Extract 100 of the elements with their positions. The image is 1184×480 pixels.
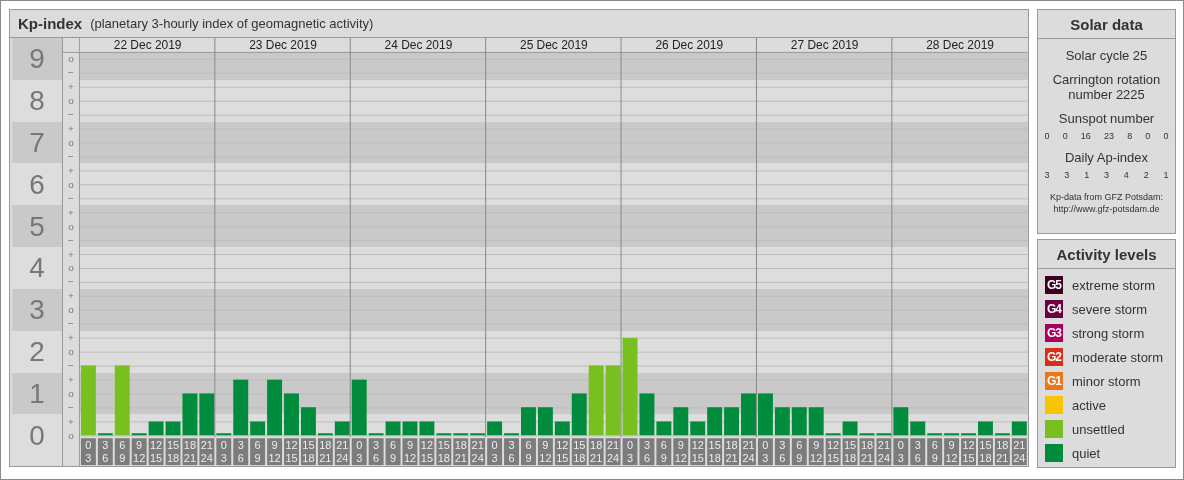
- time-slot-label: 6 9: [521, 438, 536, 465]
- panel-title: Activity levels: [1038, 240, 1175, 269]
- level-badge: G3: [1045, 324, 1063, 342]
- kp-scale-label: 1: [29, 377, 45, 409]
- time-slot-label: 15 18: [436, 438, 452, 465]
- time-slot-label: 3 6: [774, 438, 790, 465]
- time-slot-label: 0 3: [757, 438, 773, 465]
- time-slot-label: 21 24: [741, 438, 756, 465]
- ap-index-label: Daily Ap-index: [1063, 150, 1150, 165]
- kp-scale-label: 3: [29, 294, 45, 326]
- kp-scale-label: 6: [29, 168, 45, 200]
- day-heading: 23 Dec 2019: [249, 37, 317, 52]
- time-slot-label: 0 3: [216, 438, 232, 465]
- time-slot-label: 9 12: [131, 438, 147, 465]
- kp-minor-tick: −: [68, 192, 74, 204]
- kp-minor-tick: −: [68, 234, 74, 246]
- time-slot-label: 12 15: [284, 438, 299, 465]
- time-slot-label: 9 12: [537, 438, 553, 465]
- time-slot-label: 12 15: [419, 438, 435, 465]
- kp-minor-tick: −: [68, 109, 74, 120]
- time-slot-label: 18 21: [453, 438, 469, 465]
- time-slot-label: 12 15: [961, 438, 976, 465]
- kp-minor-tick: o: [68, 53, 74, 65]
- time-slot-label: 21 24: [334, 438, 350, 465]
- sunspot-value: 16: [1080, 131, 1091, 141]
- time-slot-label: 18 21: [859, 438, 875, 465]
- sunspot-value: 8: [1127, 131, 1133, 141]
- kp-minor-tick: −: [68, 318, 74, 330]
- time-slot-label: 12 15: [825, 438, 841, 465]
- day-heading: 25 Dec 2019: [520, 37, 588, 52]
- kp-minor-tick: +: [68, 206, 74, 218]
- time-slot-label: 18 21: [588, 438, 604, 465]
- day-heading: 26 Dec 2019: [655, 37, 724, 52]
- time-slot-label: 12 15: [148, 438, 164, 465]
- level-badge: G1: [1045, 372, 1063, 390]
- level-badge: G4: [1045, 300, 1063, 318]
- time-slot-label: 18 21: [317, 438, 333, 465]
- time-slot-label: 21 24: [605, 438, 621, 465]
- kp-minor-tick: o: [68, 220, 74, 232]
- level-label: extreme storm: [1072, 277, 1156, 293]
- time-slot-label: 21 24: [1011, 438, 1027, 465]
- level-badge: G2: [1045, 348, 1063, 366]
- kp-minor-tick: o: [68, 262, 74, 274]
- kp-minor-tick: +: [68, 248, 74, 260]
- level-label: strong storm: [1072, 325, 1145, 341]
- kp-minor-tick: o: [68, 429, 74, 441]
- kp-scale-label: 5: [29, 210, 45, 242]
- data-source-text: http://www.gfz-potsdam.de: [1053, 204, 1160, 214]
- carrington-rotation: Carrington rotation number 2225: [1051, 72, 1162, 102]
- kp-scale-label: 0: [29, 419, 45, 451]
- sunspot-value: 23: [1103, 131, 1114, 141]
- time-slot-label: 12 15: [554, 438, 570, 465]
- time-slot-label: 9 12: [944, 438, 960, 465]
- day-heading: 27 Dec 2019: [790, 37, 859, 52]
- time-slot-label: 3 6: [910, 438, 926, 465]
- kp-minor-tick: +: [68, 164, 74, 176]
- kp-minor-tick: +: [68, 415, 74, 427]
- time-slot-label: 6 9: [114, 438, 130, 465]
- time-slot-label: 6 9: [385, 438, 401, 465]
- kp-minor-tick: o: [68, 136, 74, 148]
- kp-minor-tick: −: [68, 276, 74, 288]
- day-heading: 28 Dec 2019: [926, 37, 994, 52]
- kp-scale-label: 9: [29, 43, 45, 75]
- kp-minor-tick: +: [68, 81, 74, 93]
- kp-minor-tick: +: [68, 332, 74, 344]
- level-label: minor storm: [1072, 373, 1141, 389]
- level-label: unsettled: [1072, 421, 1125, 437]
- sunspot-label: Sunspot number: [1057, 111, 1156, 126]
- kp-minor-tick: −: [68, 359, 74, 371]
- level-label: moderate storm: [1072, 349, 1164, 365]
- day-heading: 22 Dec 2019: [113, 37, 182, 52]
- time-slot-label: 0 3: [351, 438, 367, 465]
- kp-minor-tick: +: [68, 122, 74, 134]
- ap-index-value: 1: [1163, 170, 1169, 180]
- time-slot-label: 6 9: [656, 438, 672, 465]
- time-slot-label: 21 24: [876, 438, 892, 465]
- time-slot-label: 21 24: [470, 438, 486, 465]
- sunspot-value: 0: [1145, 131, 1151, 141]
- time-slot-label: 21 24: [199, 438, 215, 465]
- time-slot-label: 3 6: [368, 438, 384, 465]
- time-slot-label: 3 6: [639, 438, 655, 465]
- kp-scale-label: 4: [29, 252, 45, 284]
- time-slot-label: 9 12: [267, 438, 283, 465]
- sunspot-value: 0: [1062, 131, 1068, 141]
- kp-scale-label: 8: [29, 85, 45, 117]
- solar-cycle: Solar cycle 25: [1064, 48, 1149, 63]
- level-label: quiet: [1072, 445, 1101, 461]
- time-slot-label: 0 3: [622, 438, 638, 465]
- time-slot-label: 18 21: [724, 438, 740, 465]
- kp-minor-tick: o: [68, 178, 74, 190]
- kp-minor-tick: o: [68, 346, 74, 357]
- time-slot-label: 6 9: [927, 438, 943, 465]
- ap-index-value: 3: [1104, 170, 1109, 180]
- time-slot-label: 12 15: [690, 438, 706, 465]
- time-slot-label: 3 6: [233, 438, 249, 465]
- time-slot-label: 0 3: [487, 438, 503, 465]
- time-slot-label: 6 9: [791, 438, 807, 465]
- level-label: active: [1072, 397, 1106, 413]
- level-label: severe storm: [1072, 301, 1148, 317]
- kp-minor-tick: o: [68, 387, 74, 399]
